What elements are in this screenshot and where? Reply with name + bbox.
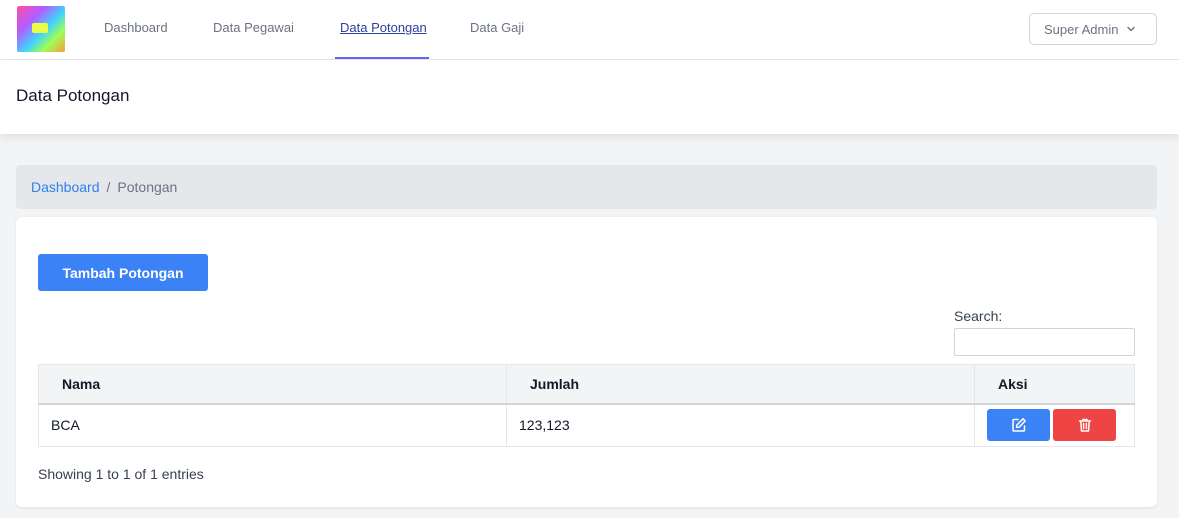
user-menu-dropdown[interactable]: Super Admin — [1029, 13, 1157, 45]
column-header-aksi[interactable]: Aksi — [974, 364, 1135, 405]
edit-button[interactable] — [987, 409, 1050, 442]
app-logo[interactable] — [17, 6, 65, 52]
nav-item-data-gaji[interactable]: Data Gaji — [470, 20, 524, 35]
breadcrumb-separator: / — [106, 179, 111, 195]
trash-icon — [1078, 419, 1091, 432]
potongan-table: Nama Jumlah Aksi BCA 123,123 — [38, 364, 1135, 447]
chevron-down-icon — [1127, 26, 1136, 32]
cell-nama: BCA — [38, 403, 507, 447]
table-info-text: Showing 1 to 1 of 1 entries — [38, 466, 204, 482]
edit-icon — [1011, 418, 1026, 432]
user-menu-label: Super Admin — [1044, 21, 1119, 37]
breadcrumb-current: Potongan — [117, 179, 178, 195]
search-input[interactable] — [954, 328, 1135, 356]
table-header-row: Nama Jumlah Aksi — [38, 364, 1135, 405]
table-row: BCA 123,123 — [38, 403, 1135, 447]
page-title: Data Potongan — [16, 86, 130, 105]
nav-item-data-potongan[interactable]: Data Potongan — [340, 20, 427, 35]
breadcrumb: Dashboard / Potongan — [16, 165, 1157, 209]
page-header: Data Potongan — [0, 60, 1179, 134]
column-header-nama[interactable]: Nama — [38, 364, 507, 405]
add-potongan-button[interactable]: Tambah Potongan — [38, 254, 208, 291]
nav-item-dashboard[interactable]: Dashboard — [104, 20, 168, 35]
cell-jumlah: 123,123 — [506, 403, 975, 447]
content-card: Tambah Potongan Search: Nama Jumlah Aksi… — [16, 217, 1157, 507]
search-label: Search: — [954, 308, 1003, 324]
column-header-jumlah[interactable]: Jumlah — [506, 364, 975, 405]
cell-aksi — [974, 403, 1135, 447]
top-navbar: Dashboard Data Pegawai Data Potongan Dat… — [0, 0, 1179, 60]
delete-button[interactable] — [1053, 409, 1116, 442]
breadcrumb-link-dashboard[interactable]: Dashboard — [31, 179, 100, 195]
active-nav-indicator — [335, 57, 429, 59]
nav-item-data-pegawai[interactable]: Data Pegawai — [213, 20, 294, 35]
